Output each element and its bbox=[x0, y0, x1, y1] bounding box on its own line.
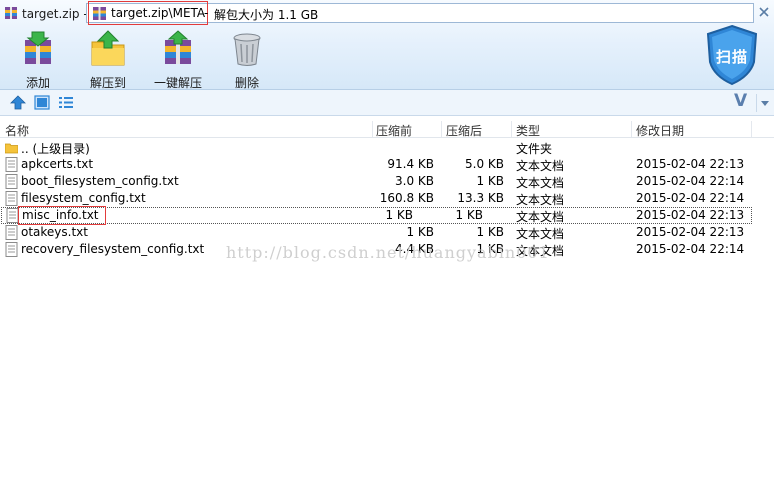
table-row[interactable]: filesystem_config.txt 160.8 KB 13.3 KB 文… bbox=[0, 190, 774, 207]
column-name[interactable]: 名称 bbox=[5, 122, 29, 139]
file-name: otakeys.txt bbox=[21, 225, 88, 239]
file-type: 文本文档 bbox=[516, 210, 565, 224]
file-unpacked-size: 1 KB bbox=[476, 174, 504, 188]
file-packed-size: 1 KB bbox=[406, 225, 434, 239]
close-icon bbox=[759, 7, 769, 17]
folder-icon bbox=[5, 143, 18, 154]
file-packed-size: 3.0 KB bbox=[395, 174, 434, 188]
list-view-icon[interactable] bbox=[58, 95, 74, 110]
file-modified: 2015-02-04 22:13 bbox=[636, 208, 745, 222]
watermark-text: http://blog.csdn.net/huangyabin001 bbox=[226, 243, 550, 262]
text-file-icon bbox=[5, 191, 18, 206]
file-modified: 2015-02-04 22:14 bbox=[636, 191, 745, 205]
column-divider[interactable] bbox=[631, 121, 632, 137]
add-button[interactable]: 添加 bbox=[3, 30, 73, 91]
address-history-button[interactable]: V bbox=[734, 91, 747, 111]
file-type: 文本文档 bbox=[516, 176, 565, 190]
file-name: apkcerts.txt bbox=[21, 157, 94, 171]
close-button[interactable] bbox=[755, 4, 773, 20]
table-row-focused[interactable]: misc_info.txt 1 KB 1 KB 文本文档 2015-02-04 … bbox=[1, 206, 752, 225]
list-item-parent-dir[interactable]: .. (上级目录) 文件夹 bbox=[0, 139, 774, 156]
file-packed-size: 160.8 KB bbox=[379, 191, 434, 205]
file-unpacked-size: 13.3 KB bbox=[457, 191, 504, 205]
text-file-icon bbox=[5, 157, 18, 172]
column-divider[interactable] bbox=[372, 121, 373, 137]
extract-to-label: 解压到 bbox=[89, 76, 126, 90]
column-divider[interactable] bbox=[751, 121, 752, 137]
table-row[interactable]: otakeys.txt 1 KB 1 KB 文本文档 2015-02-04 22… bbox=[0, 224, 774, 241]
file-name: misc_info.txt bbox=[22, 208, 99, 222]
column-divider[interactable] bbox=[511, 121, 512, 137]
text-file-icon bbox=[5, 242, 18, 257]
one-click-extract-label: 一键解压 bbox=[153, 76, 202, 90]
text-file-icon bbox=[5, 225, 18, 240]
file-modified: 2015-02-04 22:13 bbox=[636, 225, 745, 239]
column-packed[interactable]: 压缩前 bbox=[376, 122, 412, 139]
column-unpacked[interactable]: 压缩后 bbox=[446, 122, 482, 139]
path-highlight-box bbox=[88, 1, 208, 25]
column-modified[interactable]: 修改日期 bbox=[636, 122, 684, 139]
file-modified: 2015-02-04 22:13 bbox=[636, 157, 745, 171]
delete-button[interactable]: 删除 bbox=[212, 30, 282, 91]
thumbnail-view-icon[interactable] bbox=[34, 95, 50, 110]
table-row[interactable]: boot_filesystem_config.txt 3.0 KB 1 KB 文… bbox=[0, 173, 774, 190]
extract-to-button[interactable]: 解压到 bbox=[73, 30, 143, 91]
column-type[interactable]: 类型 bbox=[516, 122, 540, 139]
address-row bbox=[0, 90, 774, 116]
file-unpacked-size: 5.0 KB bbox=[465, 157, 504, 171]
address-field[interactable]: target.zip\META - 解包大小为 1.1 GB bbox=[86, 1, 754, 25]
app-logo-icon bbox=[5, 7, 17, 19]
add-archive-icon bbox=[25, 31, 51, 64]
file-type: 文本文档 bbox=[516, 159, 565, 173]
chevron-down-icon bbox=[761, 101, 769, 106]
address-separator: - bbox=[204, 6, 209, 20]
file-type: 文件夹 bbox=[516, 142, 553, 156]
extract-folder-icon bbox=[91, 30, 125, 66]
file-type: 文本文档 bbox=[516, 193, 565, 207]
one-click-extract-icon bbox=[165, 30, 191, 64]
scan-button[interactable]: 扫描 bbox=[704, 46, 760, 67]
file-name: recovery_filesystem_config.txt bbox=[21, 242, 205, 256]
address-dropdown-button[interactable] bbox=[756, 94, 772, 112]
text-file-icon bbox=[5, 174, 18, 189]
add-label: 添加 bbox=[25, 76, 50, 90]
up-arrow-icon[interactable] bbox=[10, 95, 26, 110]
trash-icon bbox=[233, 33, 261, 66]
unpacked-size-text: 解包大小为 1.1 GB bbox=[214, 8, 319, 22]
file-unpacked-size: 1 KB bbox=[476, 225, 504, 239]
file-name: .. (上级目录) bbox=[21, 142, 90, 156]
file-modified: 2015-02-04 22:14 bbox=[636, 242, 745, 256]
table-row[interactable]: apkcerts.txt 91.4 KB 5.0 KB 文本文档 2015-02… bbox=[0, 156, 774, 173]
file-unpacked-size: 1 KB bbox=[455, 208, 483, 222]
column-divider[interactable] bbox=[441, 121, 442, 137]
file-type: 文本文档 bbox=[516, 227, 565, 241]
file-modified: 2015-02-04 22:14 bbox=[636, 174, 745, 188]
one-click-extract-button[interactable]: 一键解压 bbox=[143, 30, 213, 91]
file-name: boot_filesystem_config.txt bbox=[21, 174, 179, 188]
delete-label: 删除 bbox=[234, 76, 259, 90]
file-packed-size: 91.4 KB bbox=[387, 157, 434, 171]
file-packed-size: 1 KB bbox=[385, 208, 413, 222]
file-name: filesystem_config.txt bbox=[21, 191, 146, 205]
